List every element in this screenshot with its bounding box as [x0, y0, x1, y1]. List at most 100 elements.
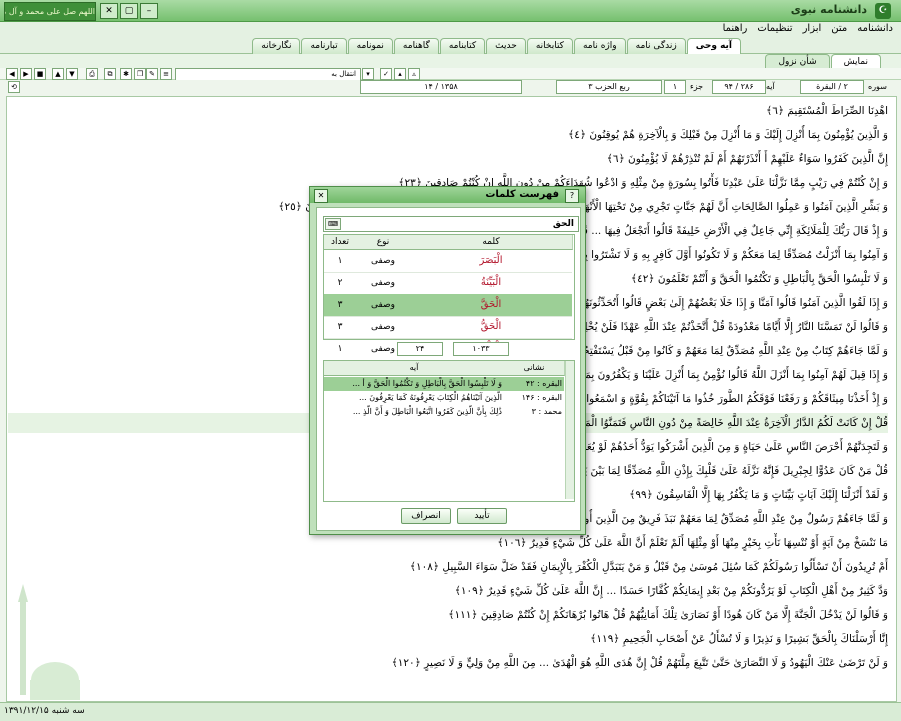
subtab-0[interactable]: نمایش — [830, 54, 881, 69]
ok-button[interactable]: تأیید — [457, 508, 507, 524]
help-icon[interactable]: ? — [565, 189, 579, 203]
dropdown-arrow-icon[interactable]: ▾ — [362, 68, 374, 80]
stop-icon[interactable]: ■ — [34, 68, 46, 80]
table-row[interactable]: ۳ وصفی الْحَقَّ — [324, 294, 572, 317]
word-search-input[interactable]: الحق — [323, 216, 579, 232]
word-cell-count: ۱ — [337, 256, 343, 266]
verse-line[interactable]: وَ لَنْ تَرْضَىٰ عَنْكَ الْيَهُودُ وَ لَ… — [8, 653, 888, 673]
page-field[interactable]: ۱۳۵۸ / ۱۴ — [360, 80, 522, 94]
table-row[interactable]: ۳ وصفی الْحَقُّ — [324, 316, 572, 339]
down-arrow-icon[interactable]: ▼ — [66, 68, 78, 80]
note-icon[interactable]: ≡ — [160, 68, 172, 80]
print-icon[interactable]: ⎙ — [86, 68, 98, 80]
word-cell-type: وصفی — [370, 278, 396, 288]
verse-address: البقره : ۱۴۶ — [521, 393, 562, 402]
tab-0[interactable]: آیه وحی — [686, 38, 741, 54]
list-item[interactable]: البقره : ۱۴۶ الَّذِينَ آتَيْنَاهُمُ الْكِ… — [324, 391, 564, 405]
verse-line[interactable]: اهْدِنَا الصِّرَاطَ الْمُسْتَقِيمَ ﴿٦﴾ — [8, 101, 888, 121]
tab-9[interactable]: نگارخانه — [252, 38, 301, 54]
tab-2[interactable]: واژه نامه — [573, 38, 626, 54]
menu-item-encyclopedia[interactable]: دانشنامه — [857, 23, 893, 34]
calligraphy-banner: اللهم صل علی محمد و آل محمد — [4, 2, 96, 21]
column-header-address[interactable]: نشانی — [504, 361, 565, 376]
back-icon[interactable]: ◀ — [6, 68, 18, 80]
menu-item-settings[interactable]: تنظیمات — [757, 23, 792, 34]
edit-icon[interactable]: ✎ — [146, 68, 158, 80]
word-cell-word: الْحَقُّ — [480, 321, 502, 332]
word-cell-word: الْبَيِّنَةُ — [480, 277, 502, 288]
window-title: دانشنامه نبوی — [790, 3, 867, 16]
surah-label: سوره — [868, 82, 887, 91]
close-icon[interactable]: ✕ — [100, 3, 118, 19]
font-up-icon[interactable]: ▴ — [394, 68, 406, 80]
tab-5[interactable]: کتابنامه — [439, 38, 486, 54]
ayah-field[interactable]: ۲۸۶ / ۹۴ — [712, 80, 766, 94]
dialog-body: الحق ⌨ تعداد نوع کلمه ۱ وصفی الْبَصَرَ ۲ وصف… — [316, 207, 581, 531]
dialog-title: فهرست کلمات — [485, 189, 559, 200]
verse-text: الَّذِينَ آتَيْنَاهُمُ الْكِتَابَ يَعْرِ… — [359, 393, 502, 402]
tab-3[interactable]: کتابخانه — [526, 38, 573, 54]
verse-line[interactable]: مَا نَنْسَخْ مِنْ آيَةٍ أَوْ نُنْسِهَا ن… — [8, 533, 888, 553]
word-cell-count: ۱ — [337, 344, 343, 354]
window-controls: ✕ ▢ – — [100, 3, 158, 19]
menu-item-help[interactable]: راهنما — [723, 23, 748, 34]
verse-address: البقره : ۴۲ — [525, 379, 562, 388]
column-header-type[interactable]: نوع — [356, 235, 411, 250]
minimize-icon[interactable]: – — [140, 3, 158, 19]
word-cell-type: وصفی — [370, 300, 396, 310]
status-bar: سه شنبه ۱۳۹۱/۱۲/۱۵ — [0, 702, 901, 721]
subtab-1[interactable]: شأن نزول — [765, 54, 830, 69]
scrollbar[interactable] — [565, 361, 574, 499]
table-row[interactable]: ۱وصفیالْعِلْمُ — [324, 338, 572, 361]
check-icon[interactable]: ✓ — [380, 68, 392, 80]
hizb-field[interactable]: ربع الحزب ۳ — [556, 80, 662, 94]
column-header-word[interactable]: کلمه — [410, 235, 573, 250]
close-icon[interactable]: ✕ — [314, 189, 328, 203]
surah-field[interactable]: ۲ / البقرة — [800, 80, 864, 94]
total-count: ۱۰۳۳ — [453, 342, 509, 356]
word-cell-word: الْحَقَّ — [480, 299, 502, 310]
tab-6[interactable]: گاهنامه — [393, 38, 439, 54]
found-count: ۲۴ — [397, 342, 443, 356]
word-cell-type: وصفی — [370, 256, 396, 266]
menu-item-tools[interactable]: ابزار — [803, 23, 822, 34]
verse-text: وَ لَا تَلْبِسُوا الْحَقَّ بِالْبَاطِلِ … — [352, 379, 502, 388]
word-table: تعداد نوع کلمه ۱ وصفی الْبَصَرَ ۲ وصفی الْبَي… — [323, 234, 575, 361]
word-cell-type: وصفی — [370, 322, 396, 332]
verse-line[interactable]: إِنَّا أَرْسَلْنَاكَ بِالْحَقِّ بَشِيرًا… — [8, 629, 888, 649]
verse-line[interactable]: وَ الَّذِينَ يُؤْمِنُونَ بِمَا أُنْزِلَ … — [8, 125, 888, 145]
tab-1[interactable]: زندگی نامه — [626, 38, 686, 54]
font-down-icon[interactable]: ▵ — [408, 68, 420, 80]
verse-line[interactable]: أَمْ تُرِيدُونَ أَنْ تَسْأَلُوا رَسُولَك… — [8, 557, 888, 577]
juz-label: جزء — [690, 82, 704, 91]
cancel-button[interactable]: انصراف — [401, 508, 451, 524]
verse-navigation: ⟲ ۱۳۵۸ / ۱۴ ربع الحزب ۳ ۱ جزء ۲۸۶ / ۹۴ آ… — [0, 80, 901, 94]
bookmark-icon[interactable]: ❒ — [134, 68, 146, 80]
tab-8[interactable]: تبارنامه — [301, 38, 347, 54]
up-arrow-icon[interactable]: ▲ — [52, 68, 64, 80]
table-row[interactable]: ۱ وصفی الْبَصَرَ — [324, 250, 572, 273]
title-bar: اللهم صل علی محمد و آل محمد ✕ ▢ – دانشنا… — [0, 0, 901, 22]
menu-item-text[interactable]: متن — [831, 23, 847, 34]
forward-icon[interactable]: ▶ — [20, 68, 32, 80]
juz-field[interactable]: ۱ — [664, 80, 686, 94]
verse-line[interactable]: وَ قَالُوا لَنْ يَدْخُلَ الْجَنَّةَ إِلَ… — [8, 605, 888, 625]
list-item[interactable]: محمد : ۳ ذَٰلِكَ بِأَنَّ الَّذِينَ كَفَرُ… — [324, 405, 564, 419]
column-header-ayah[interactable]: آیه — [324, 361, 505, 376]
app-icon: ☪ — [875, 3, 891, 19]
tab-4[interactable]: حدیث — [486, 38, 526, 54]
verse-line[interactable]: وَدَّ كَثِيرٌ مِنْ أَهْلِ الْكِتَابِ لَو… — [8, 581, 888, 601]
verse-line[interactable]: إِنَّ الَّذِينَ كَفَرُوا سَوَاءٌ عَلَيْه… — [8, 149, 888, 169]
table-row[interactable]: ۲ وصفی الْبَيِّنَةُ — [324, 272, 572, 295]
status-date: سه شنبه ۱۳۹۱/۱۲/۱۵ — [4, 706, 85, 716]
list-item[interactable]: البقره : ۴۲ وَ لَا تَلْبِسُوا الْحَقَّ بِ… — [324, 377, 564, 391]
next-icon[interactable]: ⟲ — [8, 81, 20, 93]
star-icon[interactable]: ✱ — [120, 68, 132, 80]
menu-bar: دانشنامه متن ابزار تنظیمات راهنما — [0, 22, 901, 38]
mosque-dome-icon — [18, 584, 80, 700]
column-header-count[interactable]: تعداد — [324, 235, 357, 250]
maximize-icon[interactable]: ▢ — [120, 3, 138, 19]
copy-icon[interactable]: ⧉ — [104, 68, 116, 80]
tab-7[interactable]: نمونامه — [347, 38, 393, 54]
keyboard-icon[interactable]: ⌨ — [325, 218, 341, 230]
